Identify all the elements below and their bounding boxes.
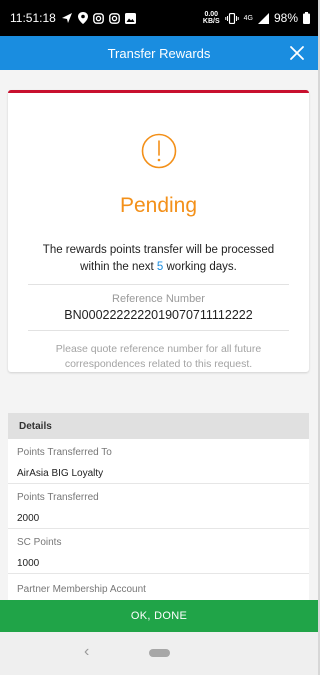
detail-row: Points Transferred 2000 <box>8 484 309 529</box>
detail-label: Partner Membership Account <box>17 584 146 595</box>
details-header: Details <box>8 413 309 439</box>
detail-value: 1000 <box>17 558 40 569</box>
detail-label: Points Transferred <box>17 492 99 503</box>
data-rate: 0.00 KB/S <box>203 11 220 25</box>
battery-icon <box>303 12 310 24</box>
divider <box>28 330 289 331</box>
processing-message: The rewards points transfer will be proc… <box>28 242 289 276</box>
detail-label: SC Points <box>17 537 62 548</box>
back-chevron-icon[interactable]: ‹ <box>84 643 89 661</box>
instagram-icon <box>108 12 120 24</box>
signal-icon <box>257 12 269 24</box>
result-card: Pending The rewards points transfer will… <box>8 90 309 372</box>
send-icon <box>61 13 72 23</box>
reference-note: Please quote reference number for all fu… <box>55 343 262 370</box>
divider <box>28 284 289 285</box>
close-icon[interactable] <box>286 42 308 64</box>
status-bar-right: 0.00 KB/S 4G 98% <box>203 11 310 25</box>
status-label: Pending <box>119 194 198 217</box>
page-title: Transfer Rewards <box>107 45 211 61</box>
vibrate-icon <box>224 12 239 24</box>
detail-value: 2000 <box>17 513 40 524</box>
detail-row: Partner Membership Account <box>8 574 309 600</box>
message-text-end: working days. <box>163 261 237 273</box>
navigation-bar: ‹ <box>0 632 318 675</box>
detail-row: Points Transferred To AirAsia BIG Loyalt… <box>8 439 309 484</box>
battery-percent: 98% <box>273 11 298 25</box>
reference-number: BN0002222222019070711112222 <box>64 308 253 322</box>
location-icon <box>77 12 88 24</box>
detail-label: Points Transferred To <box>17 447 112 458</box>
details-section: Details Points Transferred To AirAsia BI… <box>8 413 309 600</box>
detail-value: AirAsia BIG Loyalty <box>17 468 104 479</box>
data-rate-unit: KB/S <box>202 18 220 25</box>
instagram-icon <box>92 12 104 24</box>
app-bar: Transfer Rewards <box>0 36 318 70</box>
reference-label: Reference Number <box>112 293 205 305</box>
home-pill-icon[interactable] <box>149 649 170 657</box>
ok-done-button[interactable]: OK, DONE <box>0 600 318 632</box>
exclamation-circle-icon <box>141 133 177 169</box>
status-bar: 11:51:18 0.00 KB/S 4G 98% <box>0 0 318 36</box>
network-type: 4G <box>243 14 253 22</box>
clock: 11:51:18 <box>10 11 56 25</box>
data-rate-value: 0.00 <box>204 11 219 18</box>
content-area[interactable]: Pending The rewards points transfer will… <box>0 70 318 600</box>
status-bar-left: 11:51:18 <box>10 11 136 25</box>
detail-row: SC Points 1000 <box>8 529 309 574</box>
gallery-icon <box>124 12 136 24</box>
